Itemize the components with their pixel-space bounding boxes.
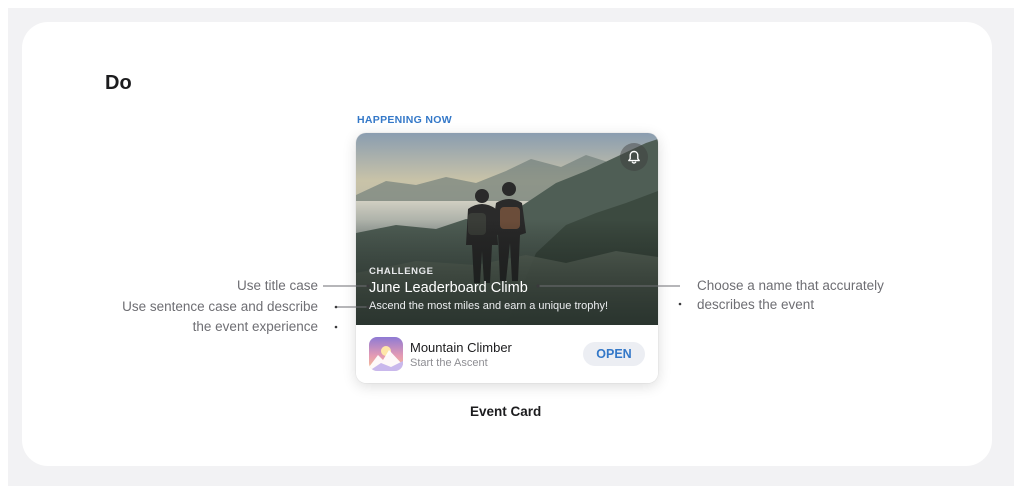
- event-card-caption: Event Card: [470, 404, 542, 419]
- sentence-case-note-line2: the event experience: [192, 319, 318, 334]
- event-name-note-line2: describes the event: [697, 297, 815, 312]
- annotation-leader-lines: [323, 284, 682, 329]
- sentence-case-note-line1: Use sentence case and describe: [122, 299, 318, 314]
- title-case-note: Use title case: [236, 278, 318, 293]
- event-name-note-line1: Choose a name that accurately: [697, 278, 884, 293]
